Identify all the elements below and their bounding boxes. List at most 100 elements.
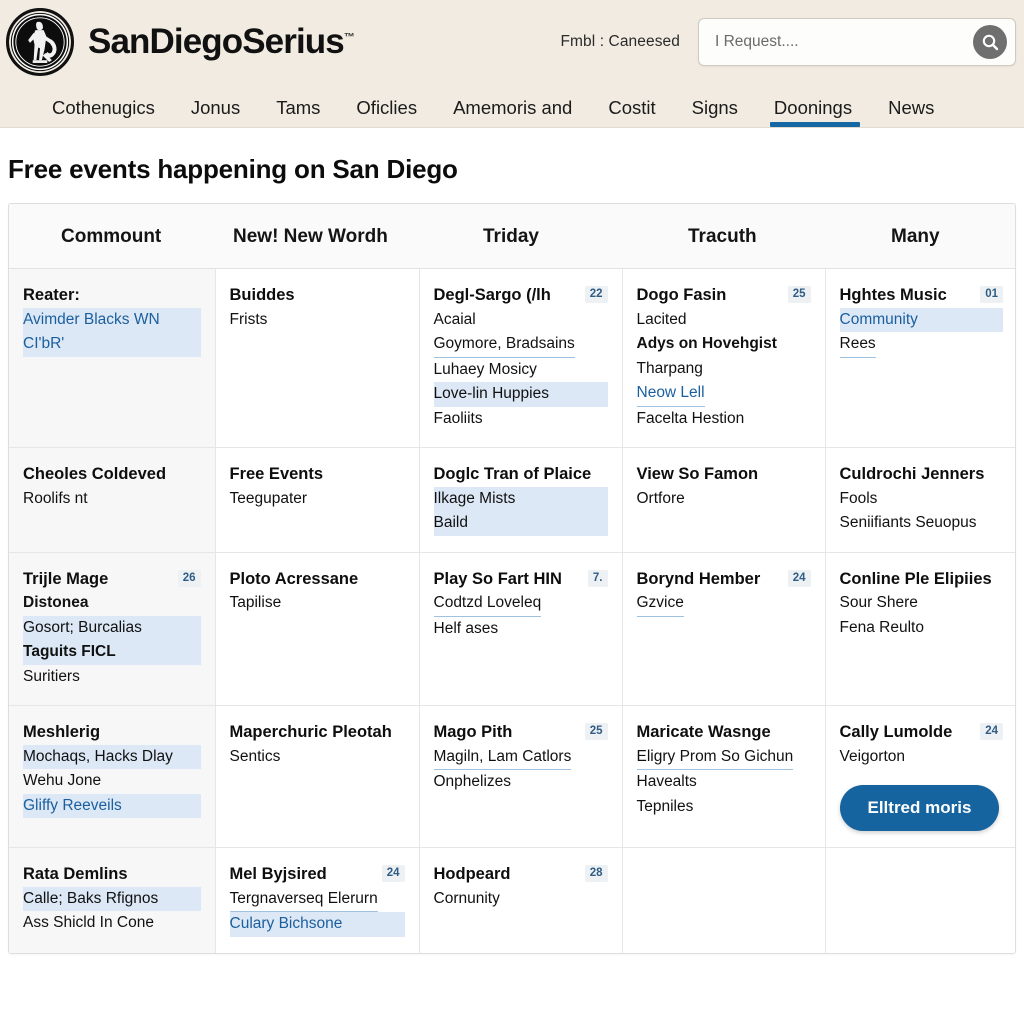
cell-line: Wehu Jone (23, 772, 102, 789)
cell-header: Maricate Wasnge (637, 720, 811, 745)
status-badge: 7. (587, 569, 608, 587)
cell-header: Free Events (230, 462, 405, 487)
cell-line: Gosort; Burcalias (23, 615, 201, 640)
table-row: Trijle Mage 26 Distonea Gosort; Burcalias Ta… (9, 552, 1015, 706)
search-button[interactable] (973, 25, 1007, 59)
cell-title: Cally Lumolde (839, 723, 953, 741)
cell-line: Ilkage Mists (433, 486, 608, 511)
cell-title: Trijle Mage (23, 569, 109, 588)
nav-item-cothenugics[interactable]: Cothenugics (34, 98, 173, 128)
column-header-tracuth[interactable]: Tracuth (622, 204, 825, 269)
cell-title: Doglc Tran of Plaice (433, 465, 592, 483)
cell-line: Havealts (636, 773, 697, 790)
cell-line: Ortfore (636, 489, 685, 507)
cell-line: Codtzd Loveleq (433, 591, 542, 617)
header-right: Fmbl : Caneesed (560, 18, 1016, 66)
cell-header: Buiddes (230, 283, 405, 308)
cell-header: Dogo Fasin 25 (637, 283, 811, 308)
cell-header: View So Famon (637, 462, 811, 487)
table-cell: Rata Demlins Calle; Baks Rfignos Ass Shicl… (9, 847, 216, 953)
nav-item-costit[interactable]: Costit (590, 98, 673, 128)
column-header-new-new-wordh[interactable]: New! New Wordh (215, 204, 419, 269)
cell-line: Helf ases (433, 619, 499, 637)
table-cell: Play So Fart HIN 7. Codtzd Loveleq Helf ase… (419, 552, 623, 706)
nav-item-news[interactable]: News (870, 98, 952, 128)
table-cell: Doglc Tran of Plaice Ilkage Mists Baild (419, 447, 623, 553)
page-title-emphasis: Free (8, 154, 63, 184)
cell-link[interactable]: Avimder Blacks WN (23, 307, 201, 332)
cell-title: Rata Demlins (23, 865, 128, 883)
nav-item-signs[interactable]: Signs (674, 98, 756, 128)
cell-line: Fena Reulto (839, 618, 924, 636)
cell-line: Calle; Baks Rfignos (23, 886, 201, 911)
main-nav: Cothenugics Jonus Tams Oficlies Amemoris… (0, 84, 1024, 128)
cell-title: Free Events (229, 465, 324, 483)
cell-link[interactable]: Neow Lell (636, 381, 705, 407)
cell-link[interactable]: Gliffy Reeveils (23, 793, 201, 818)
cell-line: Luhaey Mosicy (433, 360, 537, 378)
cell-header: Mel Byjsired 24 (230, 862, 405, 887)
cell-link[interactable]: Culary Bichsone (229, 912, 405, 937)
table-cell: Maperchuric Pleotah Sentics (215, 705, 420, 848)
cell-title: Conline Ple Elipiies (839, 569, 992, 588)
nav-item-oficlies[interactable]: Oficlies (338, 98, 435, 128)
page-title-rest: events happening on San Diego (62, 154, 458, 184)
nav-item-tams[interactable]: Tams (258, 98, 338, 128)
cell-header: Maperchuric Pleotah (230, 720, 405, 745)
cell-line: Seniifiants Seuopus (839, 514, 977, 531)
cell-header: Mago Pith 25 (434, 720, 608, 745)
cell-line: Acaial (433, 310, 476, 328)
cell-link[interactable]: Community (839, 307, 1003, 332)
column-header-commount[interactable]: Commount (9, 204, 215, 269)
cell-header: Hghtes Music 01 (839, 283, 1003, 308)
cell-line: Tergnaverseq Elerurn (229, 887, 378, 912)
events-table-head: Commount New! New Wordh Triday Tracuth M… (9, 204, 1015, 269)
table-cell: Hodpeard 28 Cornunity (419, 847, 623, 953)
cell-line: Adys on Hovehgist (636, 335, 777, 352)
table-cell (825, 848, 1015, 953)
cta-wrapper: Elltred moris (839, 785, 1004, 831)
cell-line: Suritiers (23, 667, 80, 685)
table-cell: Dogo Fasin 25 Lacited Adys on Hovehgist Thar… (622, 268, 826, 448)
cell-line: Tapilise (229, 594, 282, 611)
table-header-row: Commount New! New Wordh Triday Tracuth M… (9, 204, 1015, 269)
cell-line: Cornunity (433, 889, 500, 907)
brand[interactable]: SanDiegoSerius™ (6, 8, 355, 76)
cell-line: Gzvice (636, 591, 684, 617)
cell-header: Meshlerig (23, 720, 201, 745)
search-box[interactable] (698, 18, 1016, 66)
cell-line: Frists (229, 310, 268, 328)
status-badge: 25 (584, 723, 608, 740)
cell-title: Degl-Sargo (/lh (433, 286, 551, 304)
cell-title: Mel Byjsired (229, 865, 327, 883)
column-header-triday[interactable]: Triday (419, 204, 622, 269)
cell-title: Cheoles Coldeved (23, 465, 167, 483)
cell-title: Meshlerig (23, 723, 101, 741)
table-row: Meshlerig Mochaqs, Hacks Dlay Wehu Jone Gli… (9, 705, 1015, 848)
nav-item-amemoris-and[interactable]: Amemoris and (435, 98, 590, 128)
elltred-moris-button[interactable]: Elltred moris (839, 785, 1000, 831)
brand-name-text: SanDiegoSerius (88, 22, 345, 61)
table-cell: Maricate Wasnge Eligry Prom So Gichun Have… (622, 705, 826, 848)
table-cell: Conline Ple Elipiies Sour Shere Fena Reult… (825, 552, 1015, 706)
cell-header: Trijle Mage 26 (23, 567, 201, 592)
cell-title: Hodpeard (433, 865, 511, 883)
table-row: Cheoles Coldeved Roolifs nt Free Events Tee… (9, 447, 1015, 553)
cell-line: Lacited (636, 310, 687, 328)
events-table-body: Reater: Avimder Blacks WN CI'bR' Buiddes Fri… (9, 268, 1015, 953)
table-row: Rata Demlins Calle; Baks Rfignos Ass Shicl… (9, 847, 1015, 953)
status-badge: 25 (787, 286, 811, 303)
site-header: SanDiegoSerius™ Fmbl : Caneesed (0, 0, 1024, 84)
cell-line: Sentics (229, 747, 281, 765)
cell-link[interactable]: CI'bR' (23, 332, 201, 357)
cell-line: Facelta Hestion (636, 409, 745, 427)
nav-item-jonus[interactable]: Jonus (173, 98, 258, 128)
cell-line: Tharpang (636, 359, 703, 377)
status-badge: 24 (787, 569, 811, 587)
cell-title: Hghtes Music (839, 286, 947, 304)
search-input[interactable] (715, 33, 973, 51)
column-header-many[interactable]: Many (825, 204, 1015, 269)
cell-title: Culdrochi Jenners (839, 465, 985, 483)
cell-header: Degl-Sargo (/lh 22 (434, 283, 608, 308)
nav-item-doonings[interactable]: Doonings (756, 98, 870, 128)
